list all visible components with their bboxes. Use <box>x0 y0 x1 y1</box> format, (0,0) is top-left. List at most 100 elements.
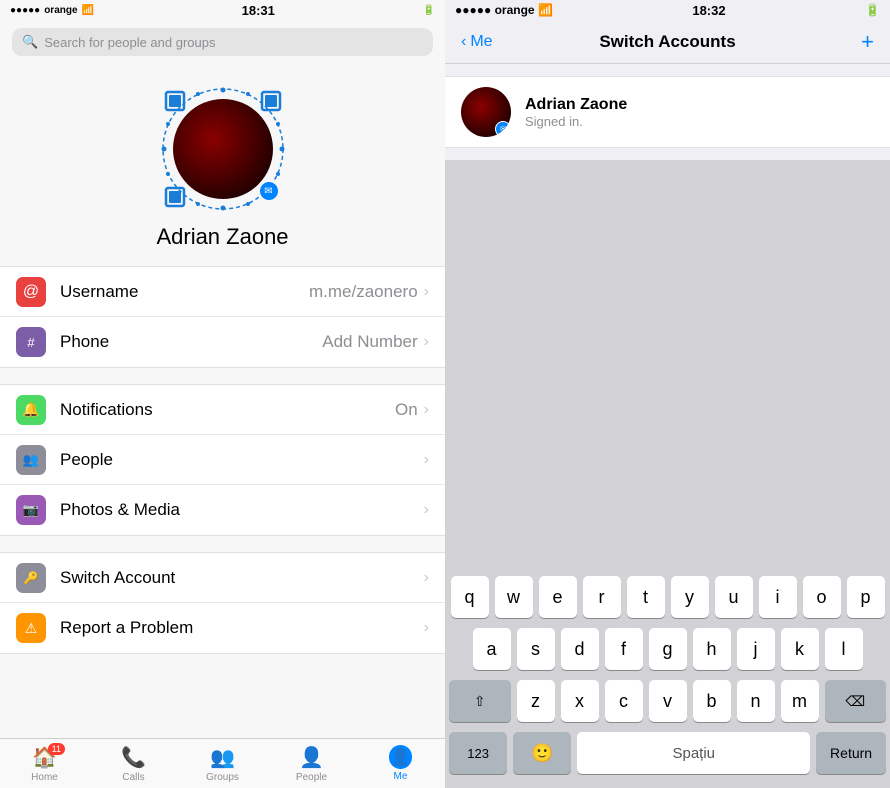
key-c[interactable]: c <box>605 680 643 722</box>
account-row[interactable]: ✉ Adrian Zaone Signed in. <box>445 76 890 148</box>
key-k[interactable]: k <box>781 628 819 670</box>
key-e[interactable]: e <box>539 576 577 618</box>
people-tab-icon: 👤 <box>299 745 324 770</box>
space-key[interactable]: Spațiu <box>577 732 810 774</box>
key-n[interactable]: n <box>737 680 775 722</box>
tab-groups-label: Groups <box>206 772 239 783</box>
time-left: 18:31 <box>242 3 275 18</box>
keyboard-row-4: 123 🙂 Spațiu Return <box>449 732 886 774</box>
key-l[interactable]: l <box>825 628 863 670</box>
notifications-row[interactable]: 🔔 Notifications On › <box>0 385 445 435</box>
notifications-chevron-icon: › <box>424 401 429 419</box>
add-account-button[interactable]: + <box>861 29 874 55</box>
key-v[interactable]: v <box>649 680 687 722</box>
carrier-name-left: orange <box>44 5 77 16</box>
people-chevron-icon: › <box>424 451 429 469</box>
key-s[interactable]: s <box>517 628 555 670</box>
tab-calls-label: Calls <box>122 772 144 783</box>
people-icon: 👥 <box>16 445 46 475</box>
account-name: Adrian Zaone <box>525 96 874 114</box>
key-b[interactable]: b <box>693 680 731 722</box>
username-value: m.me/zaonero <box>309 282 418 302</box>
report-label: Report a Problem <box>60 618 424 638</box>
people-label: People <box>60 450 418 470</box>
key-u[interactable]: u <box>715 576 753 618</box>
key-r[interactable]: r <box>583 576 621 618</box>
keyboard-row-1: q w e r t y u i o p <box>449 576 886 618</box>
key-i[interactable]: i <box>759 576 797 618</box>
switch-account-row[interactable]: 🔑 Switch Account › <box>0 553 445 603</box>
signal-icon: ●●●●● <box>10 5 40 16</box>
key-d[interactable]: d <box>561 628 599 670</box>
signal-icon-right: ●●●●● <box>455 3 491 17</box>
username-row[interactable]: @ Username m.me/zaonero › <box>0 267 445 317</box>
tab-me[interactable]: 👤 Me <box>356 745 445 782</box>
nav-title: Switch Accounts <box>599 32 735 52</box>
tab-home-label: Home <box>31 772 58 783</box>
return-key[interactable]: Return <box>816 732 886 774</box>
notifications-label: Notifications <box>60 400 395 420</box>
tab-people[interactable]: 👤 People <box>267 745 356 783</box>
tab-me-label: Me <box>394 771 408 782</box>
settings-section-2: 🔔 Notifications On › 👥 People › 📷 Photos… <box>0 384 445 536</box>
key-w[interactable]: w <box>495 576 533 618</box>
people-row[interactable]: 👥 People › <box>0 435 445 485</box>
switch-account-chevron-icon: › <box>424 569 429 587</box>
phone-chevron-icon: › <box>424 333 429 351</box>
account-status: Signed in. <box>525 114 874 129</box>
account-messenger-icon: ✉ <box>500 125 506 133</box>
key-p[interactable]: p <box>847 576 885 618</box>
numbers-key[interactable]: 123 <box>449 732 507 774</box>
key-f[interactable]: f <box>605 628 643 670</box>
search-bar: 🔍 Search for people and groups <box>0 20 445 64</box>
emoji-key[interactable]: 🙂 <box>513 732 571 774</box>
keyboard-area: q w e r t y u i o p a s d f g h j k l ⇧ … <box>445 568 890 788</box>
tab-home[interactable]: 🏠 11 Home <box>0 745 89 783</box>
photos-label: Photos & Media <box>60 500 418 520</box>
key-o[interactable]: o <box>803 576 841 618</box>
notifications-value: On <box>395 400 418 420</box>
messenger-badge: ✉ <box>258 180 280 202</box>
username-label: Username <box>60 282 309 302</box>
switch-account-icon: 🔑 <box>16 563 46 593</box>
key-y[interactable]: y <box>671 576 709 618</box>
report-chevron-icon: › <box>424 619 429 637</box>
photos-icon: 📷 <box>16 495 46 525</box>
switch-account-label: Switch Account <box>60 568 424 588</box>
phone-icon: # <box>16 327 46 357</box>
status-bar-left: ●●●●● orange 📶 18:31 🔋 <box>0 0 445 20</box>
key-j[interactable]: j <box>737 628 775 670</box>
key-a[interactable]: a <box>473 628 511 670</box>
left-panel: ●●●●● orange 📶 18:31 🔋 🔍 Search for peop… <box>0 0 445 788</box>
home-badge: 11 <box>48 743 65 755</box>
key-h[interactable]: h <box>693 628 731 670</box>
key-z[interactable]: z <box>517 680 555 722</box>
key-m[interactable]: m <box>781 680 819 722</box>
groups-icon: 👥 <box>210 745 235 770</box>
status-bar-right: ●●●●● orange 📶 18:32 🔋 <box>445 0 890 20</box>
phone-value: Add Number <box>322 332 417 352</box>
battery-right: 🔋 <box>865 3 880 17</box>
tab-calls[interactable]: 📞 Calls <box>89 745 178 783</box>
key-g[interactable]: g <box>649 628 687 670</box>
tab-groups[interactable]: 👥 Groups <box>178 745 267 783</box>
shift-key[interactable]: ⇧ <box>449 680 511 722</box>
back-chevron-icon: ‹ <box>461 33 466 51</box>
tab-people-label: People <box>296 772 327 783</box>
wifi-icon-right: 📶 <box>538 3 553 17</box>
key-q[interactable]: q <box>451 576 489 618</box>
key-t[interactable]: t <box>627 576 665 618</box>
phone-row[interactable]: # Phone Add Number › <box>0 317 445 367</box>
report-icon: ⚠ <box>16 613 46 643</box>
photos-row[interactable]: 📷 Photos & Media › <box>0 485 445 535</box>
account-messenger-badge: ✉ <box>495 121 511 137</box>
settings-section-1: @ Username m.me/zaonero › # Phone Add Nu… <box>0 266 445 368</box>
back-label: Me <box>470 33 492 51</box>
back-button[interactable]: ‹ Me <box>461 33 493 51</box>
report-row[interactable]: ⚠ Report a Problem › <box>0 603 445 653</box>
key-x[interactable]: x <box>561 680 599 722</box>
search-input-wrap[interactable]: 🔍 Search for people and groups <box>12 28 433 56</box>
messenger-icon: ✉ <box>264 186 272 197</box>
backspace-key[interactable]: ⌫ <box>825 680 887 722</box>
settings-list: @ Username m.me/zaonero › # Phone Add Nu… <box>0 266 445 738</box>
